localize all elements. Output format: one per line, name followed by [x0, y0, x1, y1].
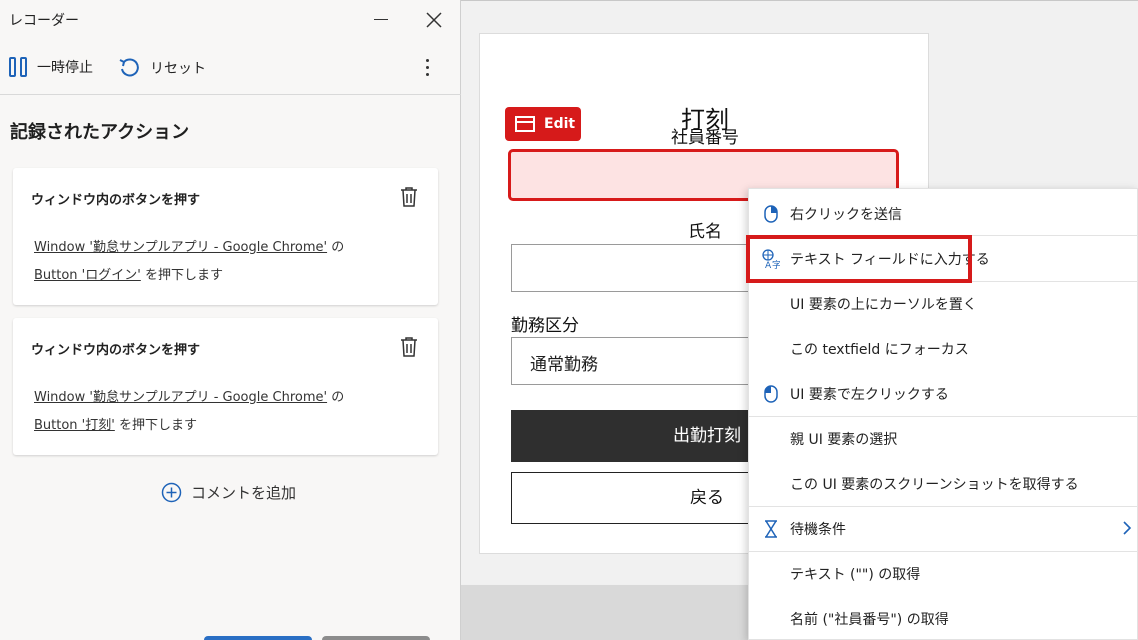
action-title: ウィンドウ内のボタンを押す: [31, 193, 201, 208]
edit-badge-label: Edit: [544, 116, 576, 132]
recorder-title: レコーダー: [9, 13, 79, 29]
menu-item-left-click[interactable]: UI 要素で左クリックする: [749, 371, 1138, 416]
action-title: ウィンドウ内のボタンを押す: [31, 343, 201, 358]
mouse-right-icon: [764, 205, 778, 223]
button-link[interactable]: Button '打刻': [34, 418, 115, 433]
action-desc-line: Window '勤怠サンプルアプリ - Google Chrome' の: [34, 236, 344, 255]
reset-button[interactable]: リセット: [118, 57, 206, 79]
work-type-label: 勤務区分: [511, 316, 579, 336]
minimize-icon[interactable]: [374, 19, 388, 20]
close-icon[interactable]: [424, 10, 444, 30]
add-comment-label: コメントを追加: [191, 484, 297, 502]
add-comment-button[interactable]: コメントを追加: [161, 482, 296, 503]
window-icon: [515, 116, 535, 132]
action-desc-line: Button '打刻' を押下します: [34, 414, 197, 433]
menu-item-label: 名前 ("社員番号") の取得: [790, 611, 949, 628]
action-card[interactable]: ウィンドウ内のボタンを押す Window '勤怠サンプルアプリ - Google…: [13, 168, 438, 305]
pause-label: 一時停止: [37, 60, 93, 76]
trash-icon[interactable]: [399, 336, 419, 358]
menu-item-focus[interactable]: この textfield にフォーカス: [749, 326, 1138, 371]
menu-item-screenshot[interactable]: この UI 要素のスクリーンショットを取得する: [749, 461, 1138, 506]
mouse-left-icon: [764, 385, 778, 403]
hourglass-icon: [765, 520, 777, 538]
menu-item-get-text[interactable]: テキスト ("") の取得: [749, 551, 1138, 596]
action-desc-line: Button 'ログイン' を押下します: [34, 264, 223, 283]
trash-icon[interactable]: [399, 186, 419, 208]
menu-item-label: この textfield にフォーカス: [790, 341, 969, 358]
menu-item-label: 親 UI 要素の選択: [790, 431, 898, 448]
connector-text: の: [331, 240, 345, 255]
action-card[interactable]: ウィンドウ内のボタンを押す Window '勤怠サンプルアプリ - Google…: [13, 318, 438, 455]
primary-button-partial[interactable]: [204, 636, 312, 640]
connector-text: の: [331, 390, 345, 405]
action-desc-line: Window '勤怠サンプルアプリ - Google Chrome' の: [34, 386, 344, 405]
button-link[interactable]: Button 'ログイン': [34, 268, 141, 283]
more-options-icon[interactable]: [418, 54, 436, 80]
menu-item-label: UI 要素の上にカーソルを置く: [790, 296, 977, 313]
menu-item-send-right-click[interactable]: 右クリックを送信: [749, 191, 1138, 236]
menu-item-label: 右クリックを送信: [790, 206, 902, 223]
suffix-text: を押下します: [118, 418, 197, 433]
secondary-button-partial[interactable]: [322, 636, 430, 640]
highlight-box: [746, 235, 972, 283]
menu-item-get-name[interactable]: 名前 ("社員番号") の取得: [749, 596, 1138, 640]
pause-button[interactable]: 一時停止: [9, 57, 93, 77]
recorder-toolbar: 一時停止 リセット: [0, 40, 461, 95]
menu-item-wait-condition[interactable]: 待機条件: [749, 506, 1138, 551]
menu-item-hover[interactable]: UI 要素の上にカーソルを置く: [749, 281, 1138, 326]
reset-icon: [119, 58, 139, 77]
recorded-actions-heading: 記録されたアクション: [10, 122, 190, 143]
plus-circle-icon: [161, 482, 182, 503]
recorder-panel: レコーダー 一時停止 リセット 記録されたアクション ウィンドウ内のボタンを押す…: [0, 0, 461, 640]
chevron-right-icon: [1123, 521, 1132, 535]
menu-item-label: UI 要素で左クリックする: [790, 386, 949, 403]
window-link[interactable]: Window '勤怠サンプルアプリ - Google Chrome': [34, 390, 327, 405]
edit-badge: Edit: [505, 107, 581, 141]
window-link[interactable]: Window '勤怠サンプルアプリ - Google Chrome': [34, 240, 327, 255]
suffix-text: を押下します: [144, 268, 223, 283]
menu-item-label: 待機条件: [790, 521, 846, 538]
menu-item-select-parent[interactable]: 親 UI 要素の選択: [749, 416, 1138, 461]
recorder-titlebar: レコーダー: [0, 0, 461, 40]
menu-item-label: この UI 要素のスクリーンショットを取得する: [790, 476, 1079, 493]
menu-item-label: テキスト ("") の取得: [790, 566, 921, 583]
pause-icon: [9, 57, 27, 77]
reset-label: リセット: [150, 61, 206, 77]
